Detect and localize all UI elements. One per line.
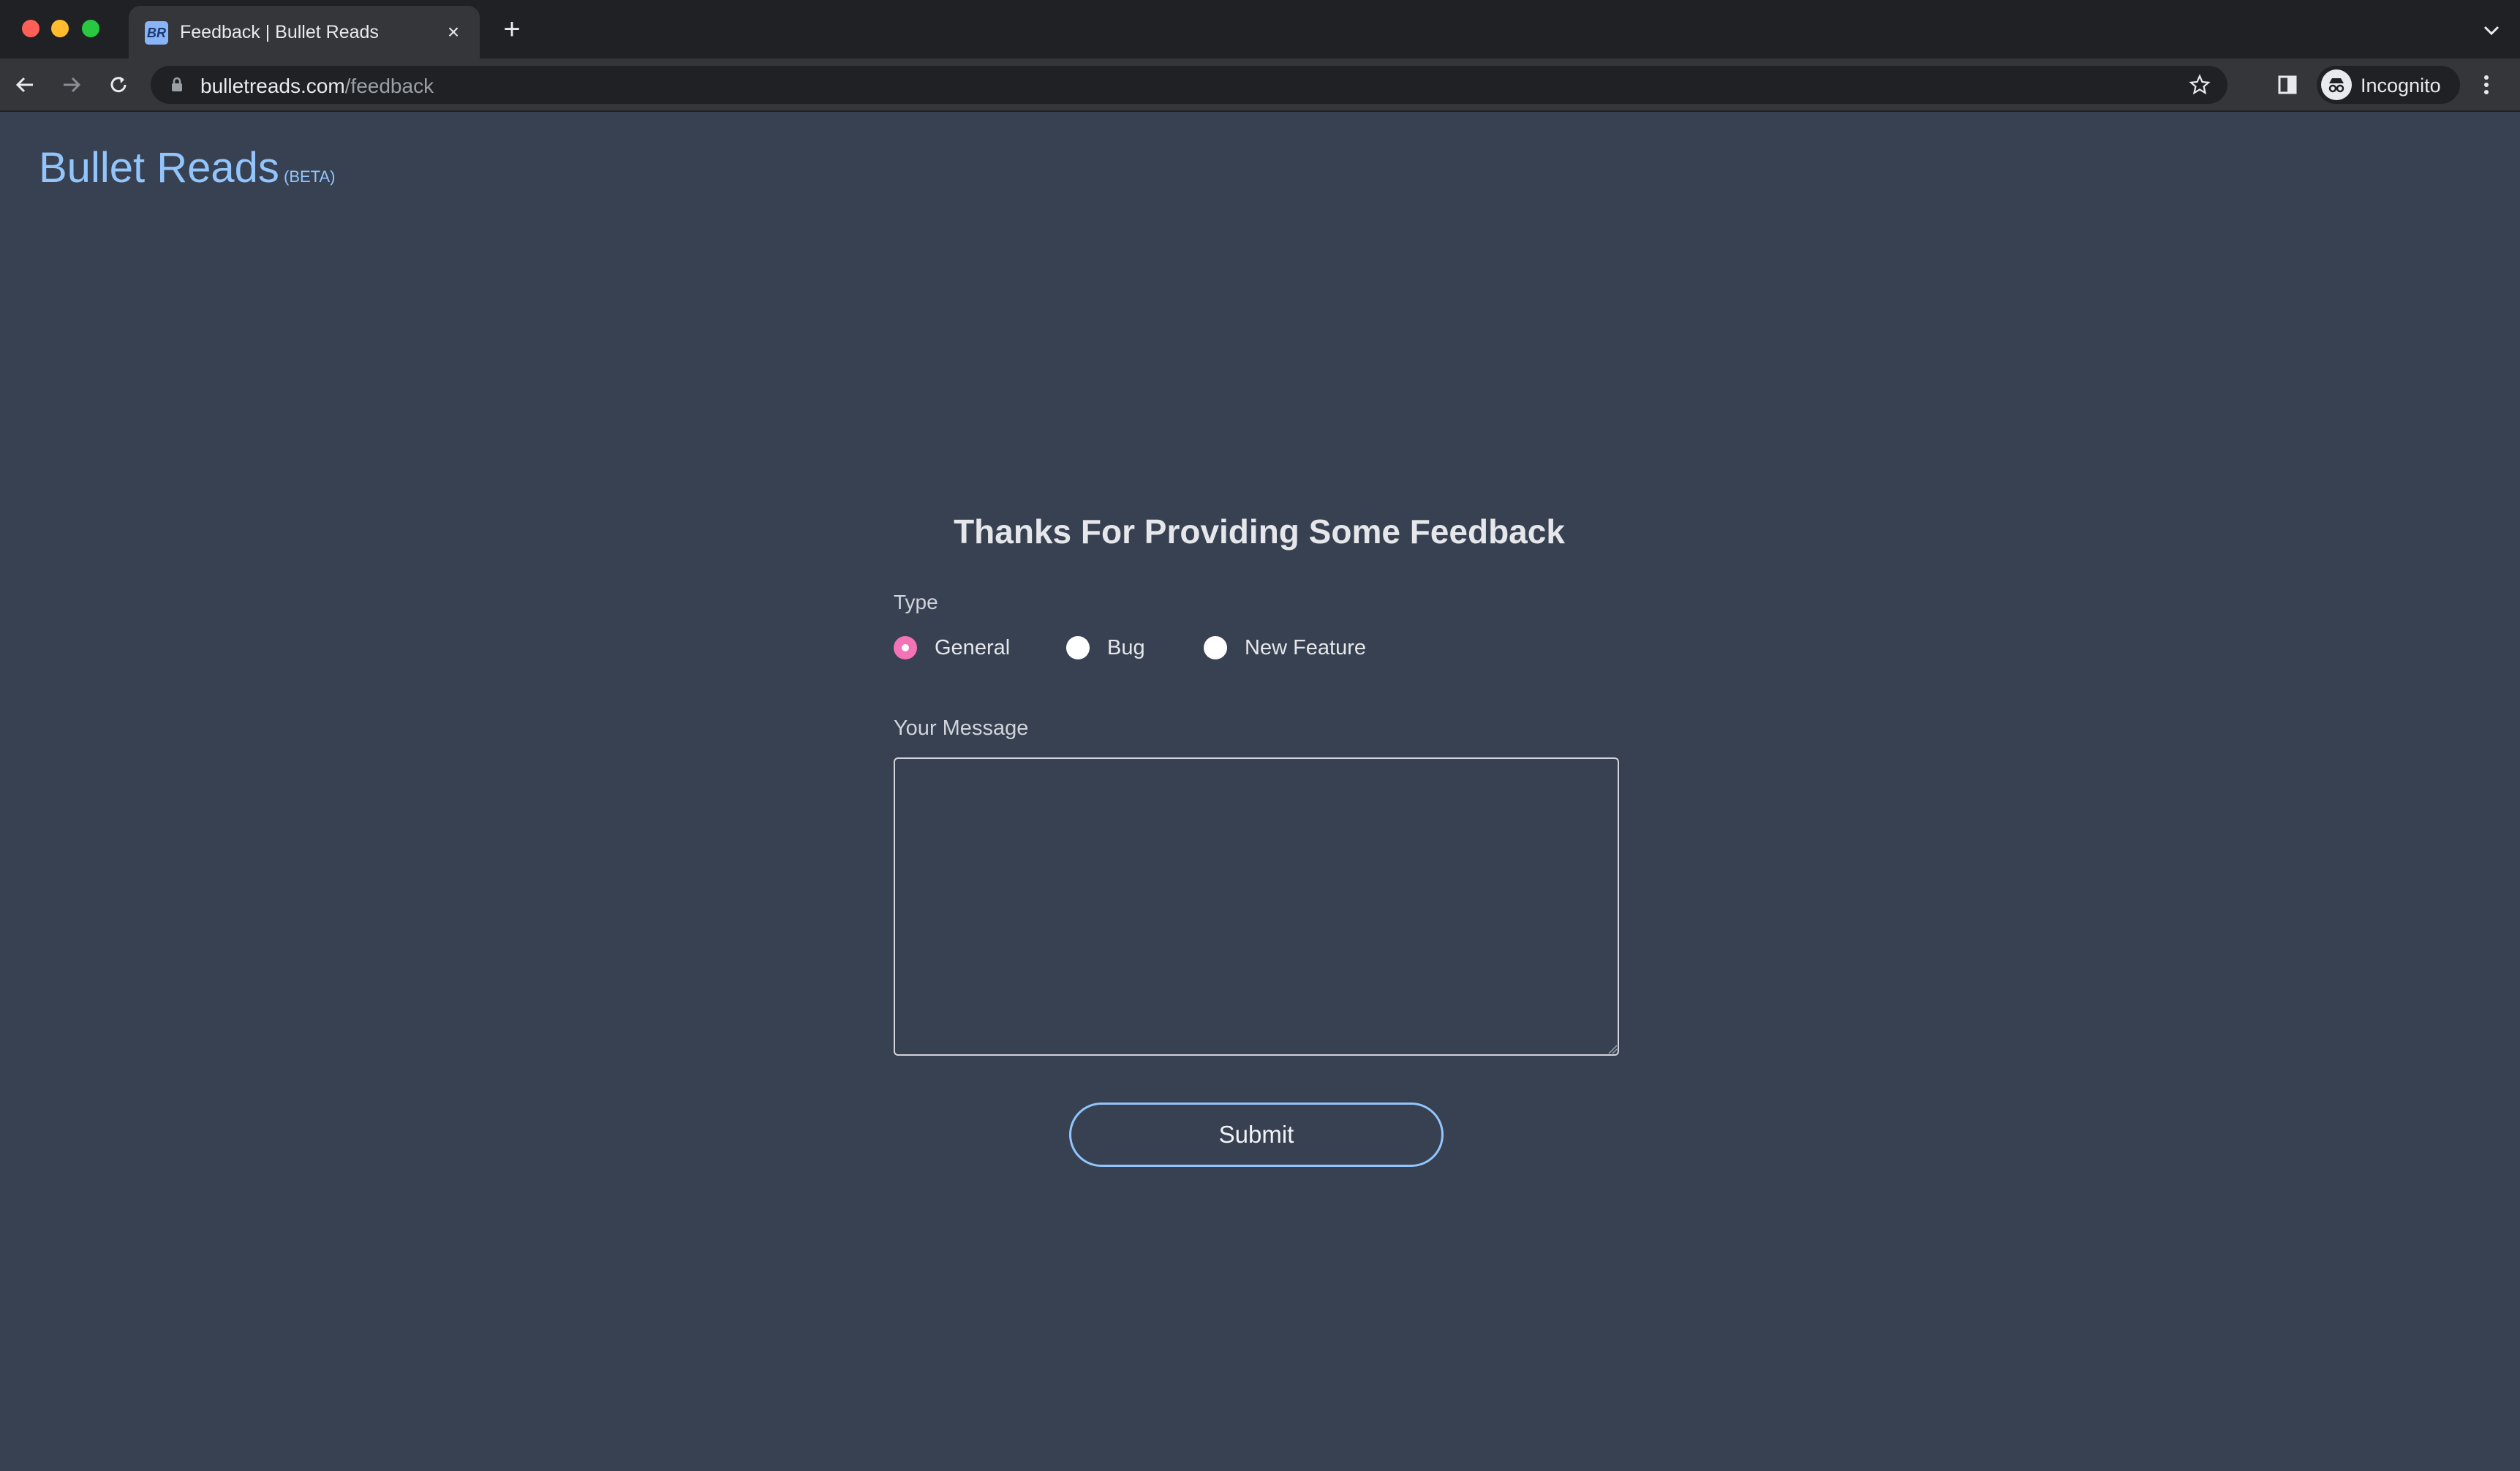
window-minimize-button[interactable] [51,20,69,37]
incognito-label: Incognito [2361,75,2441,97]
url-domain: bulletreads.com [200,75,345,97]
forward-arrow-icon[interactable] [56,69,88,101]
radio-label-new-feature: New Feature [1245,635,1367,659]
radio-label-bug: Bug [1107,635,1145,659]
reload-icon[interactable] [102,69,135,101]
new-tab-icon[interactable]: + [497,15,527,44]
address-bar[interactable]: bulletreads.com/feedback [151,66,2227,104]
page-title: Thanks For Providing Some Feedback [954,513,1565,551]
radio-button[interactable] [1204,636,1227,659]
favicon-icon: BR [145,21,168,45]
radio-label-general: General [935,635,1011,659]
back-arrow-icon[interactable] [9,69,41,101]
type-label: Type [894,591,938,613]
url-path: /feedback [344,75,434,97]
submit-button[interactable]: Submit [1069,1103,1444,1167]
radio-button-checked[interactable] [894,636,917,659]
radio-bug[interactable]: Bug [1066,633,1145,662]
radio-button[interactable] [1066,636,1090,659]
beta-badge: (BETA) [284,167,336,186]
kebab-menu-icon[interactable] [2470,69,2502,101]
window-close-button[interactable] [22,20,39,37]
message-textarea[interactable] [894,757,1619,1056]
side-panel-icon[interactable] [2271,69,2304,101]
url-text: bulletreads.com/feedback [200,75,434,98]
star-icon[interactable] [2188,73,2211,97]
tab-title: Feedback | Bullet Reads [180,22,379,42]
radio-new-feature[interactable]: New Feature [1204,633,1366,662]
incognito-icon [2321,69,2352,100]
incognito-profile-button[interactable]: Incognito [2317,66,2460,104]
browser-tab-active[interactable]: BR Feedback | Bullet Reads × [129,6,480,58]
lock-icon[interactable] [168,76,186,94]
browser-toolbar: bulletreads.com/feedback Incognito [0,58,2520,112]
radio-general[interactable]: General [894,633,1010,662]
message-label: Your Message [894,716,1029,740]
window-zoom-button[interactable] [82,20,99,37]
site-logo[interactable]: Bullet Reads [39,143,279,192]
close-icon[interactable]: × [440,19,467,45]
resize-grip-icon[interactable] [1607,1044,1618,1054]
browser-tab-bar: BR Feedback | Bullet Reads × + [0,0,2520,58]
tab-search-chevron-icon[interactable] [2481,19,2502,41]
